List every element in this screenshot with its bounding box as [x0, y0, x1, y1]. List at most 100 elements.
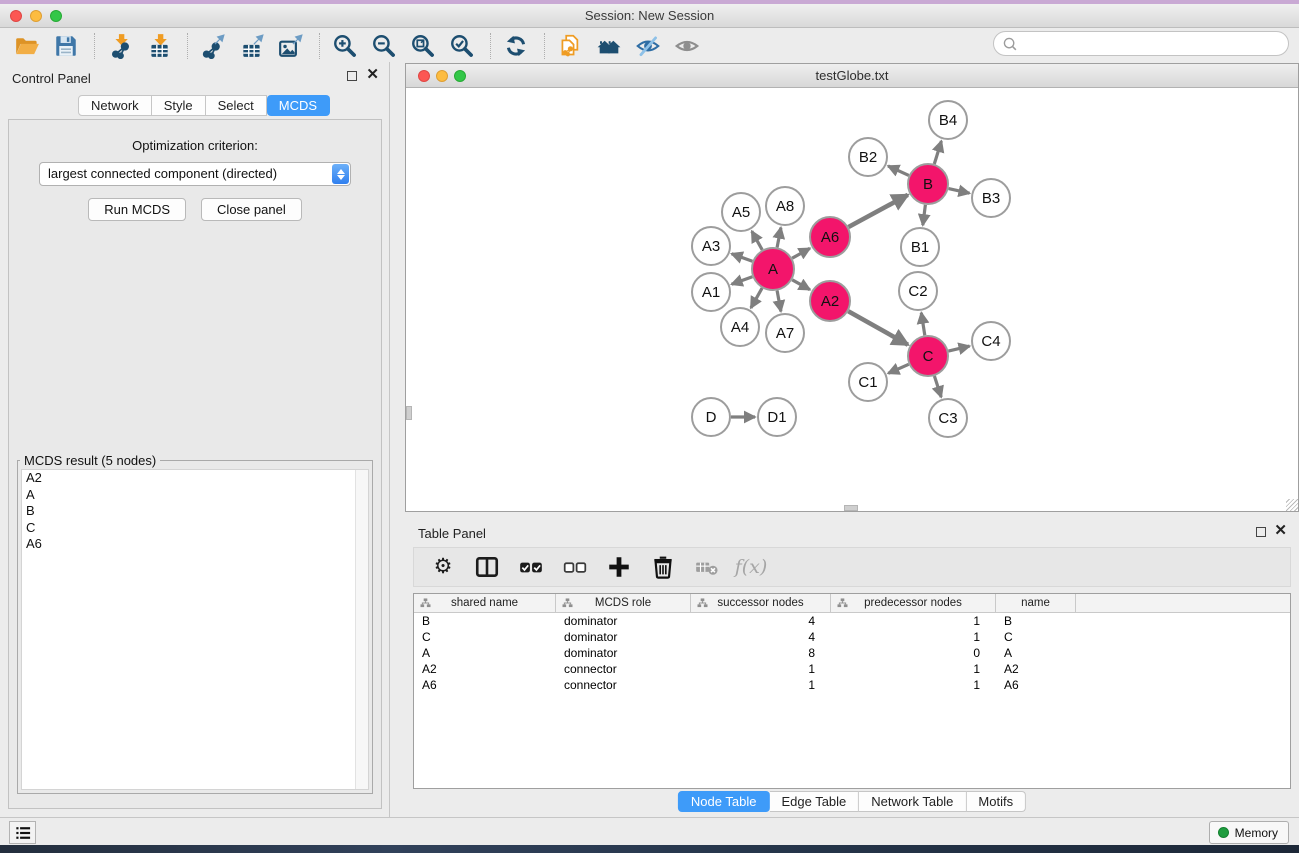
edge-C-C2[interactable] [921, 313, 925, 336]
table-cell[interactable]: 1 [831, 677, 996, 693]
node-A4[interactable]: A4 [721, 308, 759, 346]
node-D1[interactable]: D1 [758, 398, 796, 436]
edge-C-C3[interactable] [934, 376, 941, 397]
table-cell[interactable]: 4 [691, 629, 831, 645]
column-header-MCDS-role[interactable]: MCDS role [556, 594, 691, 612]
node-D[interactable]: D [692, 398, 730, 436]
network-window-titlebar[interactable]: testGlobe.txt [406, 64, 1298, 88]
edge-A-A6[interactable] [792, 248, 810, 258]
table-row[interactable]: Bdominator41B [414, 613, 1290, 629]
node-A2[interactable]: A2 [810, 281, 850, 321]
search-input[interactable] [1019, 34, 1288, 54]
table-cell[interactable]: A2 [996, 661, 1076, 677]
eye-slash-icon[interactable] [633, 31, 663, 61]
houses-icon[interactable] [594, 31, 624, 61]
table-cell[interactable]: 8 [691, 645, 831, 661]
mcds-result-item[interactable]: C [22, 520, 368, 537]
mcds-result-item[interactable]: A2 [22, 470, 368, 487]
tab-node-table[interactable]: Node Table [678, 791, 770, 812]
node-A1[interactable]: A1 [692, 273, 730, 311]
table-cell[interactable]: connector [556, 661, 691, 677]
node-C1[interactable]: C1 [849, 363, 887, 401]
export-table-icon[interactable] [237, 31, 267, 61]
import-table-icon[interactable] [144, 31, 174, 61]
trash-icon[interactable] [650, 554, 676, 580]
table-cell[interactable]: dominator [556, 629, 691, 645]
run-mcds-button[interactable]: Run MCDS [88, 198, 186, 221]
tab-style[interactable]: Style [152, 95, 206, 116]
node-B3[interactable]: B3 [972, 179, 1010, 217]
maximize-window-button[interactable] [50, 10, 62, 22]
minimize-window-button[interactable] [30, 10, 42, 22]
edge-A6-B[interactable] [849, 195, 908, 227]
table-row[interactable]: Adominator80A [414, 645, 1290, 661]
edge-A2-C[interactable] [848, 311, 908, 344]
criterion-dropdown[interactable]: largest connected component (directed) [39, 162, 351, 186]
refresh-icon[interactable] [501, 31, 531, 61]
table-cell[interactable]: A [414, 645, 556, 661]
edge-A-A7[interactable] [777, 291, 781, 312]
table-cell[interactable]: dominator [556, 645, 691, 661]
table-close-icon[interactable]: ✕ [1274, 523, 1287, 539]
table-row[interactable]: A6connector11A6 [414, 677, 1290, 693]
resize-grip-icon[interactable] [1286, 499, 1298, 511]
unchecked-pair-icon[interactable] [562, 554, 588, 580]
plus-icon[interactable] [606, 554, 632, 580]
table-cell[interactable]: connector [556, 677, 691, 693]
node-A7[interactable]: A7 [766, 314, 804, 352]
horizontal-scroll-thumb[interactable] [844, 505, 858, 511]
document-share-icon[interactable] [555, 31, 585, 61]
table-cell[interactable]: B [414, 613, 556, 629]
close-panel-button[interactable]: Close panel [201, 198, 302, 221]
edge-B-B2[interactable] [888, 166, 909, 175]
edge-A-A4[interactable] [751, 288, 762, 308]
network-close-button[interactable] [418, 70, 430, 82]
vertical-scroll-thumb[interactable] [406, 406, 412, 420]
node-A5[interactable]: A5 [722, 193, 760, 231]
node-C3[interactable]: C3 [929, 399, 967, 437]
table-row[interactable]: Cdominator41C [414, 629, 1290, 645]
mcds-result-item[interactable]: B [22, 503, 368, 520]
split-columns-icon[interactable] [474, 554, 500, 580]
edge-A-A5[interactable] [752, 231, 762, 250]
table-cell[interactable]: 4 [691, 613, 831, 629]
result-list-scrollbar[interactable] [355, 470, 368, 789]
node-B2[interactable]: B2 [849, 138, 887, 176]
node-A6[interactable]: A6 [810, 217, 850, 257]
memory-button[interactable]: Memory [1209, 821, 1289, 844]
table-row[interactable]: A2connector11A2 [414, 661, 1290, 677]
mcds-result-item[interactable]: A6 [22, 536, 368, 553]
import-network-icon[interactable] [105, 31, 135, 61]
column-header-shared-name[interactable]: shared name [414, 594, 556, 612]
node-B1[interactable]: B1 [901, 228, 939, 266]
edge-A-A2[interactable] [792, 280, 810, 290]
edge-B-B3[interactable] [949, 189, 970, 194]
gear-icon[interactable]: ⚙ [430, 554, 456, 580]
close-panel-icon[interactable]: ✕ [366, 67, 379, 83]
table-cell[interactable]: 1 [831, 613, 996, 629]
save-floppy-icon[interactable] [51, 31, 81, 61]
close-window-button[interactable] [10, 10, 22, 22]
table-cell[interactable]: B [996, 613, 1076, 629]
table-cell[interactable]: A6 [414, 677, 556, 693]
zoom-out-icon[interactable] [369, 31, 399, 61]
table-cell[interactable]: 1 [691, 677, 831, 693]
node-B[interactable]: B [908, 164, 948, 204]
edge-A-A8[interactable] [777, 228, 781, 248]
node-C2[interactable]: C2 [899, 272, 937, 310]
table-cell[interactable]: 1 [831, 661, 996, 677]
tab-mcds[interactable]: MCDS [267, 95, 330, 116]
table-cell[interactable]: A2 [414, 661, 556, 677]
node-B4[interactable]: B4 [929, 101, 967, 139]
node-C4[interactable]: C4 [972, 322, 1010, 360]
tab-edge-table[interactable]: Edge Table [769, 791, 859, 812]
table-cell[interactable]: C [414, 629, 556, 645]
task-history-button[interactable] [9, 821, 36, 844]
export-network-icon[interactable] [198, 31, 228, 61]
column-header-predecessor-nodes[interactable]: predecessor nodes [831, 594, 996, 612]
tab-motifs[interactable]: Motifs [966, 791, 1026, 812]
tab-network-table[interactable]: Network Table [859, 791, 966, 812]
node-A[interactable]: A [752, 248, 794, 290]
edge-A-A1[interactable] [732, 277, 753, 285]
table-cell[interactable]: A [996, 645, 1076, 661]
